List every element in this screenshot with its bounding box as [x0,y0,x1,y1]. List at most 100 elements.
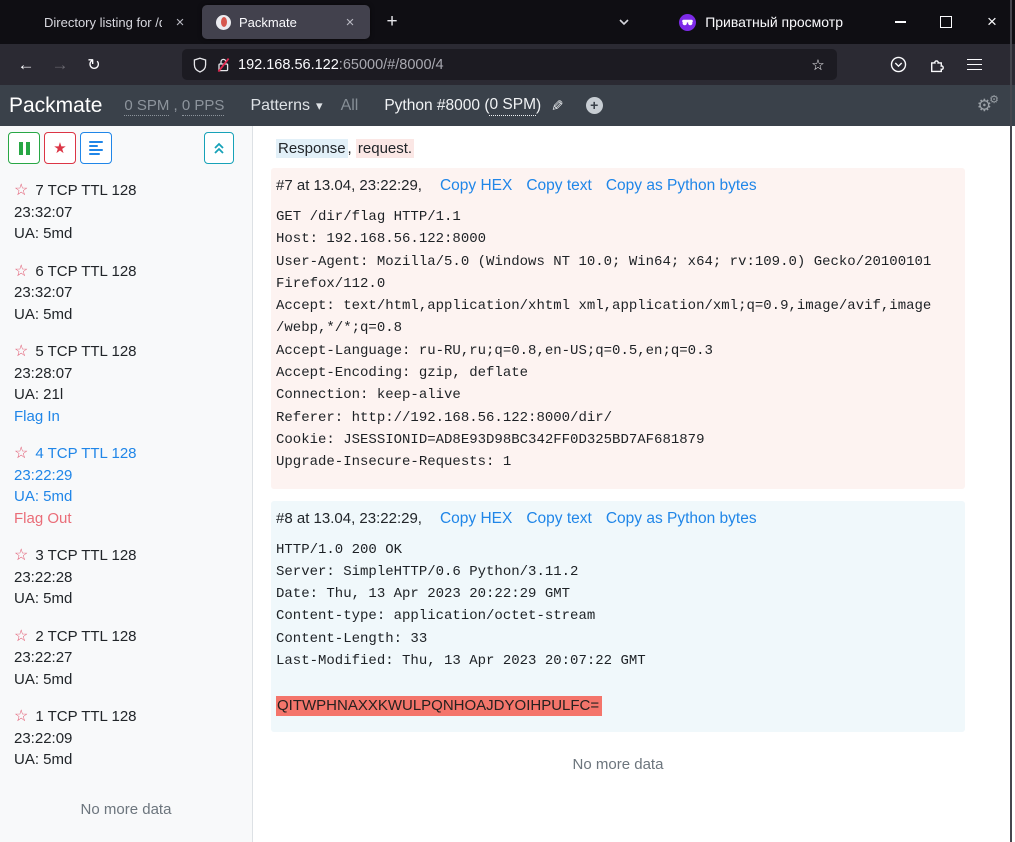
copy-hex-link[interactable]: Copy HEX [440,177,512,195]
sidebar-no-more-data: No more data [0,787,252,842]
copy-text-link[interactable]: Copy text [526,510,591,528]
packet-block-header: #8 at 13.04, 23:22:29, Copy HEX Copy text C… [276,510,957,528]
favorite-star-icon[interactable] [14,180,28,202]
favorite-star-icon[interactable] [14,443,28,465]
copy-hex-link[interactable]: Copy HEX [440,510,512,528]
browser-toolbar: 192.168.56.122:65000/#/8000/4 [0,44,1015,85]
favorite-star-icon[interactable] [14,706,28,728]
packet-time: 23:22:28 [14,567,238,589]
payload-line: Content-type: application/octet-stream [276,605,957,627]
packet-title: 3 TCP TTL 128 [35,545,136,567]
angles-up-icon [211,140,227,156]
favorite-star-icon[interactable] [14,261,28,283]
pause-capture-button[interactable] [8,132,40,164]
packet-user-agent: UA: 5md [14,749,238,771]
browser-tab-bar: Directory listing for /dir/ Packmate При… [0,0,1015,44]
packet-time: 23:32:07 [14,282,238,304]
window-controls [877,3,1015,41]
close-window-button[interactable] [969,3,1015,41]
minimize-button[interactable] [877,3,923,41]
pocket-icon[interactable] [883,51,913,79]
payload-line: Referer: http://192.168.56.122:8000/dir/ [276,407,957,429]
legend-response: Response [276,139,348,158]
packet-user-agent: UA: 5md [14,304,238,326]
packet-title: 2 TCP TTL 128 [35,626,136,648]
packet-user-agent: UA: 5md [14,223,238,245]
legend-request: request. [356,139,414,158]
hamburger-menu-icon[interactable] [959,51,989,79]
packet-list: 7 TCP TTL 12823:32:07UA: 5md6 TCP TTL 12… [0,168,252,787]
packet-user-agent: UA: 5md [14,486,238,508]
favorite-star-icon[interactable] [14,545,28,567]
packmate-favicon [216,15,231,30]
packet-meta: #8 at 13.04, 23:22:29, [276,510,422,527]
maximize-button[interactable] [923,3,969,41]
caret-down-icon [316,97,323,115]
payload-line: /webp,*/*;q=0.8 [276,317,957,339]
payload-line: User-Agent: Mozilla/5.0 (Windows NT 10.0… [276,251,957,273]
packet-blocks: #7 at 13.04, 23:22:29,Copy HEXCopy textC… [271,168,965,732]
settings-gears-icon[interactable] [977,96,992,116]
favorites-filter-button[interactable] [44,132,76,164]
packet-user-agent: UA: 5md [14,669,238,691]
edit-service-icon[interactable] [551,97,564,115]
packet-title-row: 5 TCP TTL 128 [14,341,238,363]
packet-list-item[interactable]: 7 TCP TTL 12823:32:07UA: 5md [14,180,238,245]
nav-item-all[interactable]: All [341,97,359,115]
direction-legend: Response, request. [271,140,965,157]
packet-list-item[interactable]: 5 TCP TTL 12823:28:07UA: 21lFlag In [14,341,238,427]
bookmark-star-icon[interactable] [805,52,831,78]
new-tab-button[interactable] [377,7,407,37]
forward-button[interactable] [44,50,76,80]
scroll-to-top-button[interactable] [204,132,234,164]
packet-list-item[interactable]: 1 TCP TTL 12823:22:09UA: 5md [14,706,238,771]
packet-list-item[interactable]: 3 TCP TTL 12823:22:28UA: 5md [14,545,238,610]
flag-match-line: QITWPHNAXXKWULPQNHOAJDYOIHPULFC= [276,695,957,717]
packet-time: 23:22:29 [14,465,238,487]
packet-title: 7 TCP TTL 128 [35,180,136,202]
payload-line: Accept: text/html,application/xhtml xml,… [276,295,957,317]
service-tab[interactable]: Python #8000 (0 SPM) [384,96,541,116]
pause-icon [19,142,30,155]
tab-list-dropdown-button[interactable] [609,7,639,37]
payload-line: Accept-Encoding: gzip, deflate [276,362,957,384]
favorite-star-icon[interactable] [14,341,28,363]
url-bar[interactable]: 192.168.56.122:65000/#/8000/4 [182,49,837,80]
packet-payload: GET /dir/flag HTTP/1.1Host: 192.168.56.1… [276,206,957,474]
private-mask-icon [679,14,696,31]
app-brand[interactable]: Packmate [9,94,102,118]
private-browsing-label: Приватный просмотр [705,14,843,30]
payload-line: Content-Length: 33 [276,628,957,650]
reload-button[interactable] [78,50,110,80]
packet-list-item[interactable]: 6 TCP TTL 12823:32:07UA: 5md [14,261,238,326]
main-no-more-data: No more data [271,756,965,773]
close-tab-icon[interactable] [340,12,360,32]
insecure-lock-icon[interactable] [215,57,231,73]
packet-time: 23:22:09 [14,728,238,750]
packet-block-header: #7 at 13.04, 23:22:29,Copy HEXCopy textC… [276,177,957,195]
packet-title: 5 TCP TTL 128 [35,341,136,363]
close-tab-icon[interactable] [170,12,190,32]
copy-as-python-bytes-link[interactable]: Copy as Python bytes [606,177,757,195]
packet-time: 23:22:27 [14,647,238,669]
flag-in-link[interactable]: Flag In [14,406,238,428]
tab-packmate[interactable]: Packmate [202,5,370,39]
list-view-button[interactable] [80,132,112,164]
flag-out-link[interactable]: Flag Out [14,508,238,530]
add-service-icon[interactable] [586,97,603,114]
copy-text-link[interactable]: Copy text [526,177,591,195]
url-host: 192.168.56.122 [238,57,339,73]
packmate-navbar: Packmate 0 SPM , 0 PPS Patterns All Pyth… [0,85,1015,126]
shield-icon[interactable] [192,57,208,73]
extensions-puzzle-icon[interactable] [921,51,951,79]
tab-directory-listing[interactable]: Directory listing for /dir/ [30,5,200,39]
patterns-dropdown[interactable]: Patterns [250,97,322,115]
packet-title-row: 4 TCP TTL 128 [14,443,238,465]
packet-block-response: #8 at 13.04, 23:22:29, Copy HEX Copy text C… [271,501,965,732]
sidebar-toolbar [0,126,252,168]
copy-as-python-bytes-link[interactable]: Copy as Python bytes [606,510,757,528]
back-button[interactable] [10,50,42,80]
favorite-star-icon[interactable] [14,626,28,648]
packet-list-item[interactable]: 4 TCP TTL 12823:22:29UA: 5mdFlag Out [14,443,238,529]
packet-list-item[interactable]: 2 TCP TTL 12823:22:27UA: 5md [14,626,238,691]
